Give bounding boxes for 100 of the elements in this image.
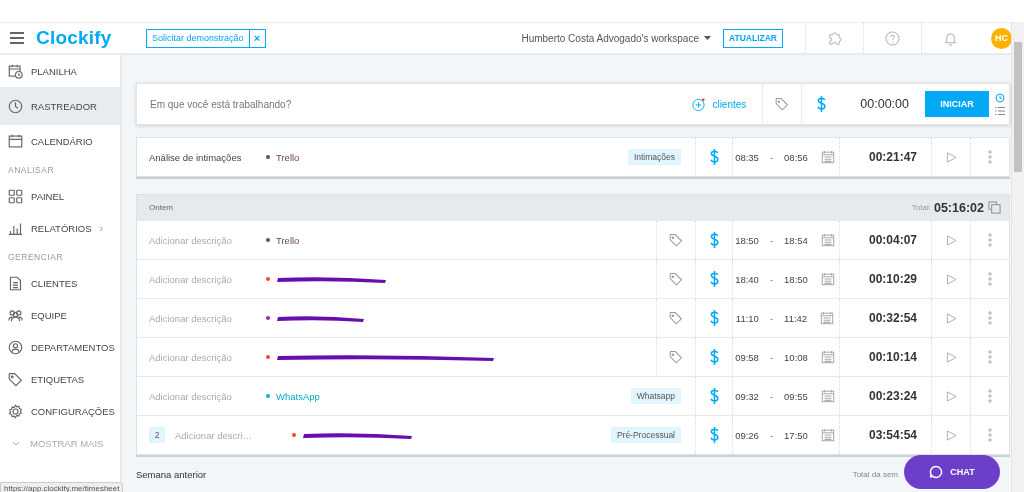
add-icon	[691, 96, 707, 112]
puzzle-icon[interactable]	[827, 30, 842, 46]
dollar-icon[interactable]	[708, 426, 720, 444]
play-icon[interactable]	[945, 234, 957, 246]
tag-label[interactable]: Whatsapp	[630, 388, 681, 404]
start-time[interactable]: 09:58	[735, 351, 759, 363]
person-icon	[8, 339, 23, 355]
sidebar-item[interactable]: CLIENTES	[0, 267, 120, 299]
chat-button[interactable]: CHAT	[904, 455, 1000, 489]
document-icon	[8, 275, 23, 291]
calendar-icon[interactable]	[820, 150, 835, 164]
start-time[interactable]: 08:35	[735, 151, 759, 163]
end-time[interactable]: 08:56	[784, 151, 808, 163]
calendar-icon[interactable]	[820, 428, 835, 442]
entry-duration[interactable]: 00:23:24	[839, 377, 931, 415]
entry-duration[interactable]: 00:04:07	[839, 221, 931, 259]
chat-icon	[929, 465, 944, 479]
dollar-icon[interactable]	[708, 270, 720, 288]
clock-icon[interactable]	[995, 92, 1005, 103]
calendar-icon[interactable]	[820, 350, 835, 364]
time-separator: -	[769, 351, 774, 363]
tag-icon[interactable]	[669, 233, 683, 247]
time-separator: -	[769, 273, 774, 285]
dollar-icon[interactable]	[708, 309, 720, 327]
tag-label[interactable]: Pré-Processual	[610, 427, 681, 443]
entry-description[interactable]: Análise de intimações	[137, 151, 262, 163]
tag-icon[interactable]	[669, 311, 683, 325]
list-icon[interactable]	[995, 105, 1005, 116]
calendar-icon[interactable]	[820, 233, 835, 247]
more-icon[interactable]	[988, 389, 992, 403]
chevron-down-icon	[12, 440, 20, 446]
end-time[interactable]: 11:42	[784, 312, 808, 324]
dollar-icon[interactable]	[708, 148, 720, 166]
description-field[interactable]: Em que você está trabalhando?	[137, 97, 692, 111]
more-icon[interactable]	[988, 428, 992, 442]
more-icon[interactable]	[988, 272, 992, 286]
sidebar-item[interactable]: PLANILHA	[0, 55, 120, 87]
sidebar-item[interactable]: CONFIGURAÇÕES	[0, 395, 120, 427]
status-url: https://app.clockify.me/timesheet	[0, 482, 124, 492]
timer-display: 00:00:00	[859, 97, 910, 111]
entry-duration[interactable]: 00:10:14	[839, 338, 931, 376]
entry-duration[interactable]: 00:21:47	[839, 138, 931, 176]
bell-icon[interactable]	[943, 30, 958, 46]
dollar-icon[interactable]	[708, 348, 720, 366]
dollar-icon[interactable]	[708, 231, 720, 249]
scrollbar[interactable]	[1011, 22, 1024, 492]
sidebar-item[interactable]: CALENDÁRIO	[0, 125, 120, 157]
end-time[interactable]: 17:50	[784, 429, 808, 441]
help-icon[interactable]	[885, 30, 900, 46]
start-time[interactable]: 11:10	[735, 312, 759, 324]
caret-icon	[704, 36, 711, 40]
play-icon[interactable]	[945, 151, 957, 163]
play-icon[interactable]	[945, 273, 957, 285]
sidebar-item[interactable]: PAINEL	[0, 180, 120, 212]
end-time[interactable]: 10:08	[784, 351, 808, 363]
sidebar-item[interactable]: RASTREADOR	[0, 87, 120, 125]
tag-icon[interactable]	[775, 97, 790, 111]
tag-label[interactable]: Intimações	[627, 149, 681, 165]
end-time[interactable]: 18:54	[784, 234, 808, 246]
tag-icon[interactable]	[669, 350, 683, 364]
entry-duration[interactable]: 03:54:54	[839, 416, 931, 454]
sidebar-item[interactable]: EQUIPE	[0, 299, 120, 331]
dollar-icon[interactable]	[708, 387, 720, 405]
sidebar-item[interactable]: RELATÓRIOS ›	[0, 212, 120, 244]
play-icon[interactable]	[945, 312, 957, 324]
project-name[interactable]: Trello	[276, 234, 300, 246]
more-icon[interactable]	[988, 150, 992, 164]
entry-duration[interactable]: 00:32:54	[839, 299, 931, 337]
tag-icon	[8, 371, 23, 387]
section-heading: ANALISAR	[7, 164, 56, 177]
calendar-icon[interactable]	[820, 272, 835, 286]
menu-icon[interactable]	[10, 32, 24, 44]
dollar-icon[interactable]	[815, 95, 827, 113]
end-time[interactable]: 09:55	[784, 390, 808, 402]
end-time[interactable]: 18:50	[784, 273, 808, 285]
start-time[interactable]: 18:40	[735, 273, 759, 285]
calendar-icon[interactable]	[820, 311, 835, 325]
tag-icon[interactable]	[669, 272, 683, 286]
play-icon[interactable]	[945, 351, 957, 363]
project-name[interactable]: Trello	[276, 151, 300, 163]
more-icon[interactable]	[988, 233, 992, 247]
play-icon[interactable]	[945, 390, 957, 402]
sidebar-item[interactable]: ETIQUETAS	[0, 363, 120, 395]
week-total-label: Total da sem	[852, 470, 898, 479]
more-icon[interactable]	[988, 311, 992, 325]
calendar-icon	[8, 133, 23, 149]
workspace-switcher[interactable]: Humberto Costa Advogado's workspace	[521, 32, 711, 44]
calendar-icon[interactable]	[820, 389, 835, 403]
start-time[interactable]: 09:32	[735, 390, 759, 402]
copy-icon[interactable]	[988, 201, 1001, 214]
entry-count[interactable]: 2	[149, 427, 165, 443]
play-icon[interactable]	[945, 429, 957, 441]
timesheet-icon	[8, 63, 23, 79]
start-time[interactable]: 09:26	[735, 429, 759, 441]
start-time[interactable]: 18:50	[735, 234, 759, 246]
more-icon[interactable]	[988, 350, 992, 364]
entry-duration[interactable]: 00:10:29	[839, 260, 931, 298]
group-date: Ontem	[149, 203, 173, 212]
sidebar-item[interactable]: DEPARTAMENTOS	[0, 331, 120, 363]
total-label: Total:	[911, 203, 931, 212]
